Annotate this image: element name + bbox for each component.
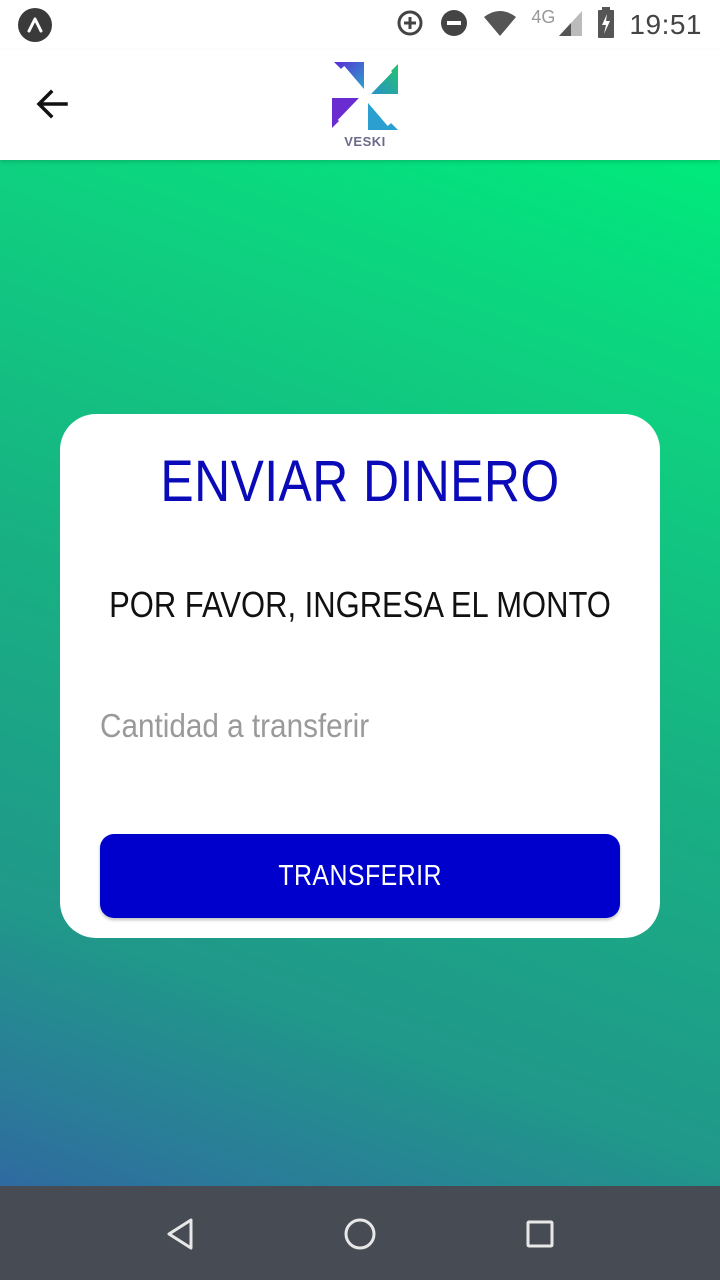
amount-input[interactable] [100, 696, 568, 756]
nav-recents-button[interactable] [516, 1210, 564, 1258]
wifi-icon [483, 9, 517, 41]
back-button[interactable] [28, 80, 76, 128]
recents-square-icon [526, 1220, 554, 1248]
send-money-card: ENVIAR DINERO POR FAVOR, INGRESA EL MONT… [60, 414, 660, 938]
main-background: ENVIAR DINERO POR FAVOR, INGRESA EL MONT… [0, 160, 720, 1186]
transfer-button[interactable]: TRANSFERIR [100, 834, 620, 918]
app-notification-icon [18, 8, 52, 42]
nav-back-button[interactable] [156, 1210, 204, 1258]
data-saver-icon [395, 8, 425, 42]
do-not-disturb-icon [439, 8, 469, 42]
status-time: 19:51 [629, 9, 702, 40]
transfer-button-label: TRANSFERIR [278, 859, 442, 892]
arrow-left-icon [36, 89, 68, 119]
card-subtitle: POR FAVOR, INGRESA EL MONTO [109, 584, 611, 625]
app-bar: VESKI [0, 50, 720, 160]
status-bar: 4G 19:51 [0, 0, 720, 50]
home-circle-icon [344, 1218, 376, 1250]
network-type-label: 4G [531, 6, 556, 27]
card-title: ENVIAR DINERO [160, 449, 560, 514]
back-triangle-icon [167, 1218, 193, 1250]
nav-home-button[interactable] [336, 1210, 384, 1258]
logo-text: VESKI [344, 134, 386, 149]
system-nav-bar [0, 1186, 720, 1280]
pinwheel-logo-icon [332, 62, 398, 130]
battery-charging-icon [597, 7, 615, 43]
app-logo: VESKI [328, 58, 402, 150]
cell-signal-icon [557, 9, 583, 41]
